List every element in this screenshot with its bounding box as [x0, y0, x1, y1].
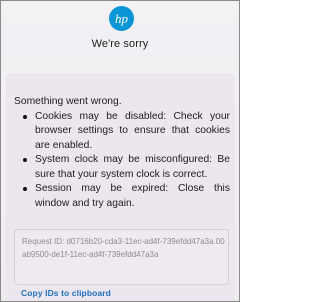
page-title: We're sorry — [91, 38, 149, 50]
bullet-icon — [23, 187, 27, 191]
bullet-icon — [23, 114, 27, 119]
reason-session: Session may be expired: Close this windo… — [14, 182, 230, 211]
hp-logo-icon: hp — [109, 6, 134, 31]
request-id-text: Request ID: d0716b20-cda3-11ec-ad4f-739e… — [22, 237, 225, 259]
reason-cookies: Cookies may be disabled: Check your brow… — [14, 110, 230, 154]
bullet-icon — [23, 158, 27, 162]
reason-session-text: Session may be expired: Close this windo… — [35, 183, 230, 209]
reason-clock: System clock may be misconfigured: Be su… — [14, 153, 230, 182]
error-reasons-list: Cookies may be disabled: Check your brow… — [14, 110, 230, 212]
reason-clock-text: System clock may be misconfigured: Be su… — [35, 154, 230, 180]
reason-cookies-text: Cookies may be disabled: Check your brow… — [35, 110, 230, 151]
error-heading: Something went wrong. — [14, 96, 122, 107]
copy-ids-link[interactable]: Copy IDs to clipboard — [21, 288, 111, 298]
browser-frame: hp We're sorry Something went wrong. Coo… — [0, 0, 240, 302]
hp-logo-glyph: hp — [115, 11, 129, 26]
error-message: Something went wrong. Cookies may be dis… — [14, 95, 230, 211]
svg-text:hp: hp — [115, 11, 129, 26]
